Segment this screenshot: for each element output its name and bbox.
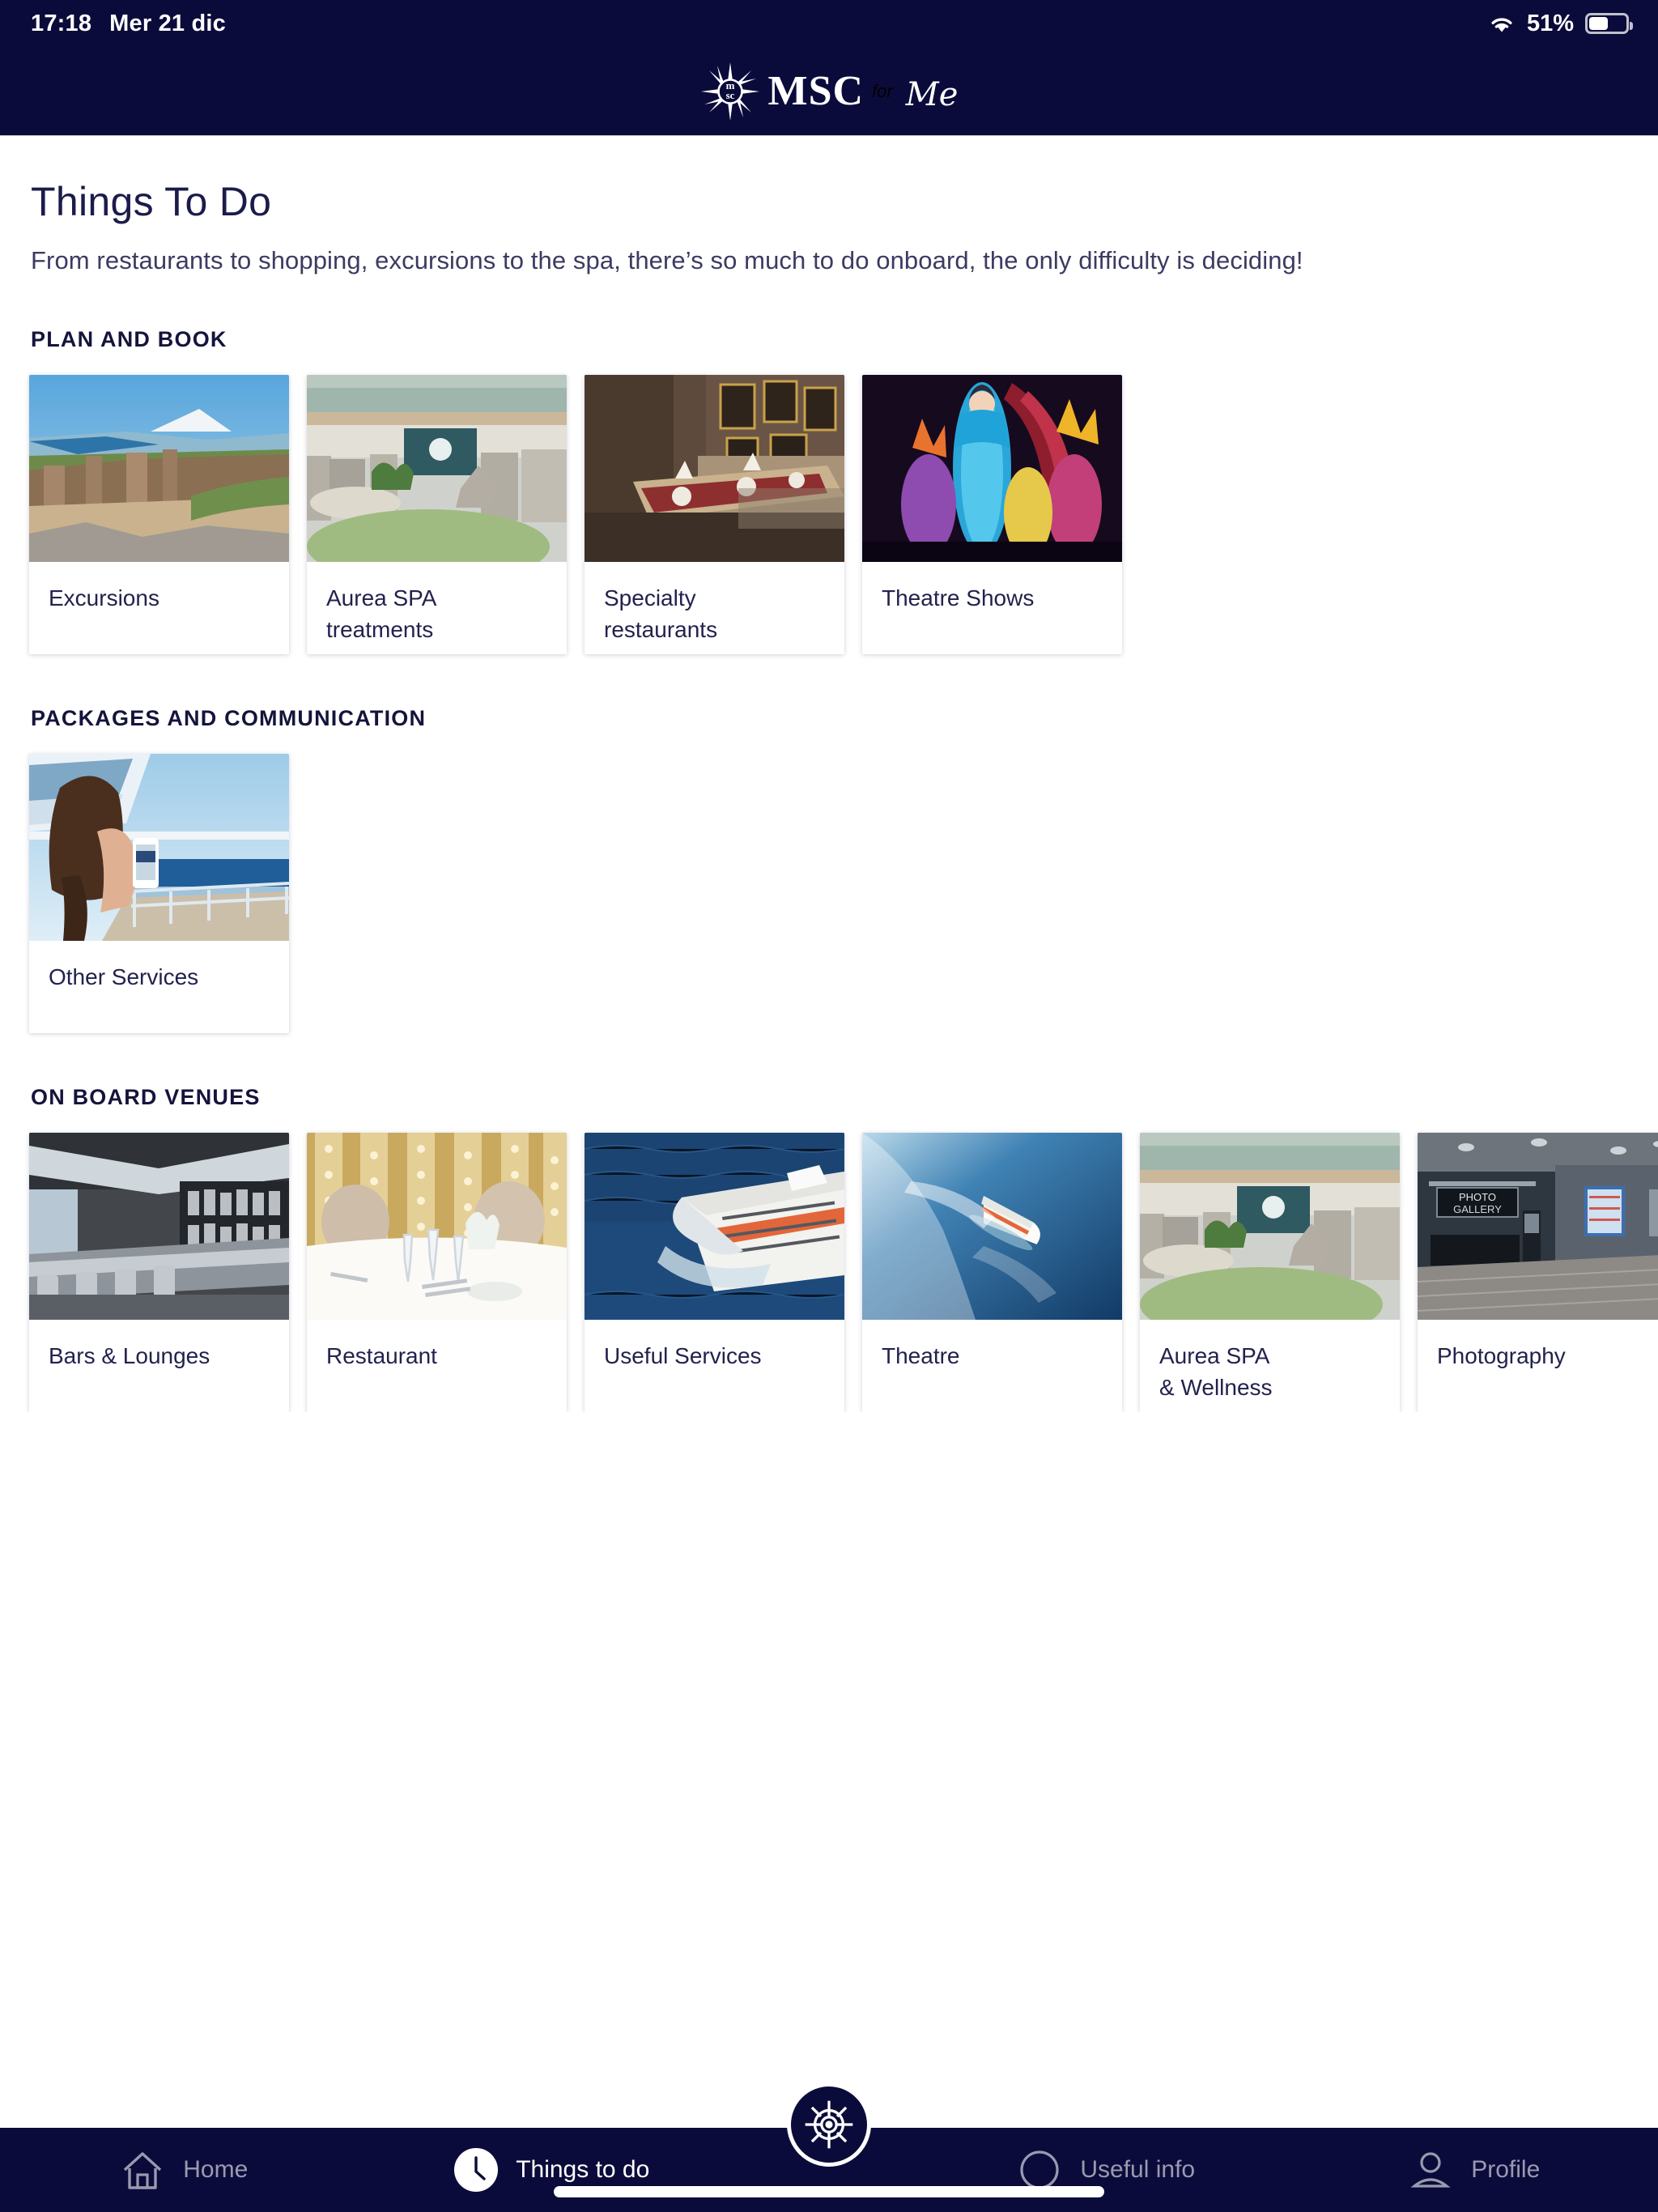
card-image-useful-services — [585, 1133, 844, 1320]
clock-icon — [454, 2148, 499, 2192]
status-bar-left: 17:18 Mer 21 dic — [31, 11, 226, 37]
card-aurea-spa-and-wellness[interactable]: Aurea SPA & Wellness — [1140, 1133, 1400, 1412]
tab-home[interactable]: Home — [0, 2128, 368, 2212]
svg-text:PHOTO: PHOTO — [1459, 1191, 1496, 1203]
card-label-other-services: Other Services — [49, 964, 199, 989]
card-label-aurea-spa-treatments: Aurea SPA treatments — [326, 585, 437, 642]
things-to-do-page: Things To Do From restaurants to shoppin… — [0, 136, 1658, 2128]
card-label-specialty-restaurants: Specialty restaurants — [604, 585, 718, 642]
svg-text:sc: sc — [725, 89, 734, 101]
status-time: 17:18 — [31, 10, 92, 36]
logo-msc-wordmark: MSC — [767, 67, 865, 114]
battery-percent: 51% — [1526, 10, 1574, 36]
card-aurea-spa-treatments[interactable]: Aurea SPA treatments — [307, 375, 567, 654]
card-label-bars-and-lounges: Bars & Lounges — [49, 1343, 210, 1368]
section-title-on-board-venues: ON BOARD VENUES — [31, 1085, 261, 1109]
page-title: Things To Do — [31, 179, 272, 224]
wifi-icon — [1488, 13, 1516, 34]
card-excursions[interactable]: Excursions — [29, 375, 289, 654]
section-row-packages-and-communication: Other Services — [0, 731, 1658, 1033]
card-image-excursions — [29, 375, 289, 562]
card-image-bars-and-lounges — [29, 1133, 289, 1320]
tab-label-home: Home — [183, 2156, 249, 2183]
tab-label-things-to-do: Things to do — [516, 2156, 650, 2183]
page-subtitle: From restaurants to shopping, excursions… — [31, 246, 1303, 274]
tab-ship-wheel[interactable] — [736, 2082, 922, 2212]
home-icon — [120, 2147, 165, 2193]
card-label-theatre: Theatre — [882, 1343, 960, 1368]
card-useful-services[interactable]: Useful Services — [585, 1133, 844, 1412]
card-label-useful-services: Useful Services — [604, 1343, 762, 1368]
card-specialty-restaurants[interactable]: Specialty restaurants — [585, 375, 844, 654]
person-icon — [1408, 2147, 1453, 2193]
bottom-tab-bar: Home Things to do Useful info Profile — [0, 2082, 1658, 2212]
card-photography[interactable]: PHOTO GALLERY Photography — [1418, 1133, 1658, 1412]
card-image-aurea-spa-treatments — [307, 375, 567, 562]
battery-icon — [1585, 13, 1633, 34]
card-label-theatre-shows: Theatre Shows — [882, 585, 1035, 610]
tab-useful-info[interactable]: Useful info — [922, 2128, 1290, 2212]
section-title-packages-and-communication: PACKAGES AND COMMUNICATION — [31, 706, 427, 730]
card-theatre-shows[interactable]: Theatre Shows — [862, 375, 1122, 654]
home-indicator — [554, 2186, 1104, 2197]
msc-compass-star-icon: m sc — [700, 62, 760, 121]
card-bars-and-lounges[interactable]: Bars & Lounges — [29, 1133, 289, 1412]
ship-wheel-icon[interactable] — [787, 2082, 871, 2167]
card-image-aurea-spa-and-wellness — [1140, 1133, 1400, 1320]
status-date: Mer 21 dic — [109, 10, 227, 36]
status-bar: 17:18 Mer 21 dic 51% — [0, 0, 1658, 47]
section-row-plan-and-book: Excursions Aurea SPA treatments Specialt… — [0, 352, 1658, 654]
svg-text:GALLERY: GALLERY — [1453, 1203, 1502, 1215]
card-other-services[interactable]: Other Services — [29, 754, 289, 1033]
card-label-aurea-spa-and-wellness: Aurea SPA & Wellness — [1159, 1343, 1273, 1400]
tab-profile[interactable]: Profile — [1290, 2128, 1658, 2212]
card-restaurant[interactable]: Restaurant — [307, 1133, 567, 1412]
card-image-photography: PHOTO GALLERY — [1418, 1133, 1658, 1320]
card-image-theatre-shows — [862, 375, 1122, 562]
card-theatre[interactable]: Theatre — [862, 1133, 1122, 1412]
tab-label-useful-info: Useful info — [1080, 2156, 1196, 2183]
card-image-specialty-restaurants — [585, 375, 844, 562]
card-label-excursions: Excursions — [49, 585, 159, 610]
section-title-plan-and-book: PLAN AND BOOK — [31, 327, 227, 351]
card-label-restaurant: Restaurant — [326, 1343, 437, 1368]
logo-for-word: for — [872, 80, 893, 101]
card-image-other-services — [29, 754, 289, 941]
tab-things-to-do[interactable]: Things to do — [368, 2128, 737, 2212]
section-row-on-board-venues[interactable]: Bars & Lounges Restaurant Useful Service… — [0, 1110, 1658, 1412]
card-image-theatre — [862, 1133, 1122, 1320]
tab-label-profile: Profile — [1471, 2156, 1541, 2183]
card-image-restaurant — [307, 1133, 567, 1320]
card-label-photography: Photography — [1437, 1343, 1566, 1368]
logo-me-word: Me — [905, 75, 959, 113]
status-bar-right: 51% — [1488, 10, 1633, 37]
msc-for-me-logo: m sc MSC for Me — [700, 62, 959, 121]
app-header: m sc MSC for Me — [0, 47, 1658, 136]
